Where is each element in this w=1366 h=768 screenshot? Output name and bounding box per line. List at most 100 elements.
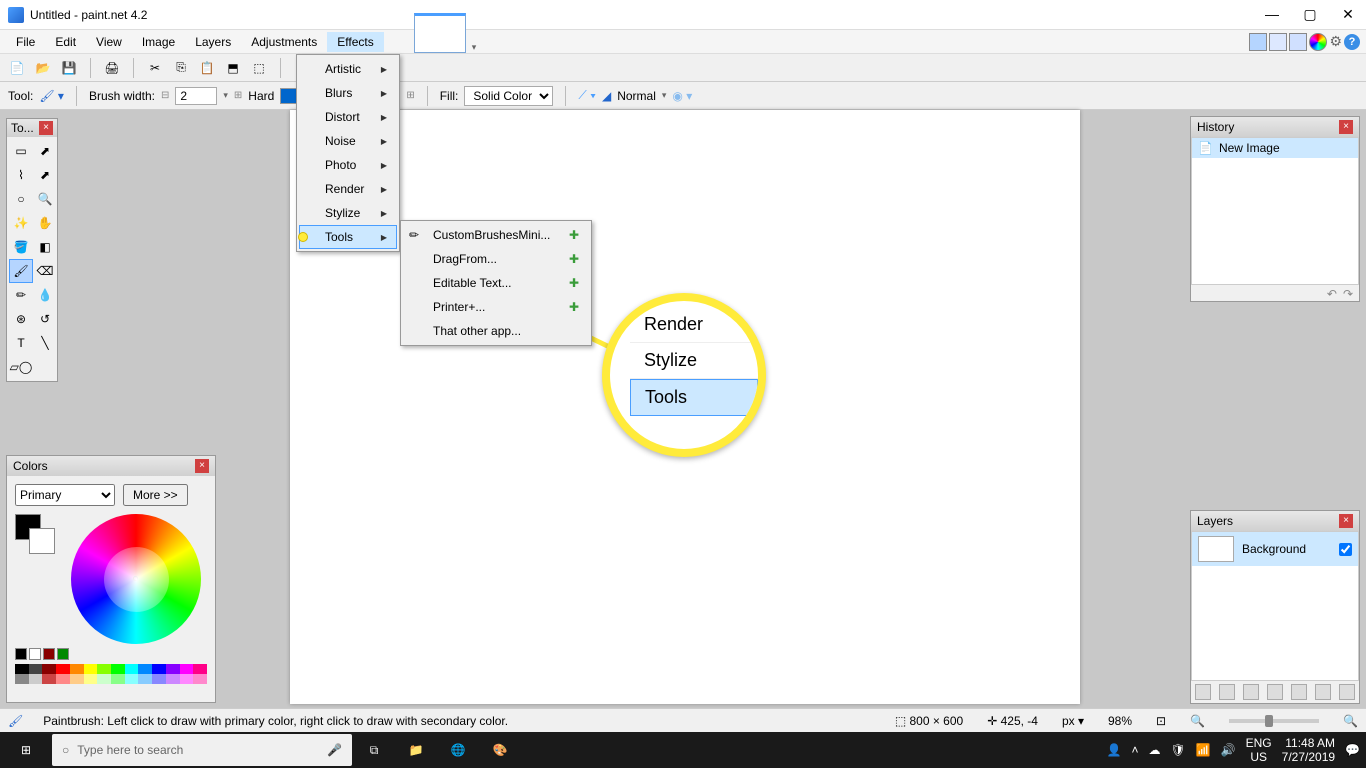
history-undo-icon[interactable]: ↶ bbox=[1327, 287, 1337, 301]
blend-mode-select[interactable]: Normal bbox=[617, 89, 656, 103]
submenu-editabletext[interactable]: Editable Text...✚ bbox=[403, 271, 589, 295]
menu-view[interactable]: View bbox=[86, 32, 132, 52]
zoom-tool[interactable]: 🔍 bbox=[33, 187, 57, 211]
layer-properties-button[interactable] bbox=[1339, 684, 1355, 700]
colors-more-button[interactable]: More >> bbox=[123, 484, 188, 506]
shapes-tool[interactable]: ▱◯ bbox=[9, 355, 33, 379]
onedrive-icon[interactable]: ☁ bbox=[1149, 743, 1161, 757]
chrome-button[interactable]: 🌐 bbox=[438, 734, 478, 766]
settings-icon[interactable]: ⚙ bbox=[1329, 33, 1342, 50]
text-tool[interactable]: T bbox=[9, 331, 33, 355]
tools-window-toggle[interactable] bbox=[1249, 33, 1267, 51]
color-wheel[interactable] bbox=[71, 514, 201, 644]
minimize-button[interactable]: — bbox=[1262, 6, 1282, 23]
zoom-out-icon[interactable]: 🔍 bbox=[1190, 714, 1205, 728]
wifi-icon[interactable]: 📶 bbox=[1196, 743, 1211, 757]
taskbar-search[interactable]: ○ Type here to search 🎤 bbox=[52, 734, 352, 766]
close-button[interactable]: ✕ bbox=[1338, 6, 1358, 23]
layer-icon[interactable]: ◉ ▾ bbox=[672, 89, 692, 103]
color-minipalette[interactable] bbox=[15, 648, 207, 660]
tools-panel-close[interactable]: × bbox=[39, 121, 53, 135]
menu-effects[interactable]: Effects bbox=[327, 32, 383, 52]
history-panel-close[interactable]: × bbox=[1339, 120, 1353, 134]
effects-distort[interactable]: Distort▶ bbox=[299, 105, 397, 129]
history-item[interactable]: 📄New Image bbox=[1192, 138, 1358, 158]
recolor-tool[interactable]: ↺ bbox=[33, 307, 57, 331]
zoom-in-icon[interactable]: 🔍 bbox=[1343, 714, 1358, 728]
start-button[interactable]: ⊞ bbox=[6, 734, 46, 766]
cut-button[interactable]: ✂ bbox=[146, 59, 164, 77]
menu-file[interactable]: File bbox=[6, 32, 45, 52]
copy-button[interactable]: ⎘ bbox=[172, 59, 190, 77]
color-picker-tool[interactable]: 💧 bbox=[33, 283, 57, 307]
new-button[interactable]: 📄 bbox=[8, 59, 26, 77]
paint-bucket-tool[interactable]: 🪣 bbox=[9, 235, 33, 259]
taskbar-lang[interactable]: ENGUS bbox=[1246, 736, 1272, 765]
menu-edit[interactable]: Edit bbox=[45, 32, 86, 52]
decrease-width-button[interactable]: ⊟ bbox=[161, 90, 169, 101]
help-icon[interactable]: ? bbox=[1344, 34, 1360, 50]
brush-icon[interactable]: 🖌 ▾ bbox=[39, 89, 64, 103]
lasso-tool[interactable]: ⌇ bbox=[9, 163, 33, 187]
submenu-printer[interactable]: Printer+...✚ bbox=[403, 295, 589, 319]
menu-layers[interactable]: Layers bbox=[185, 32, 241, 52]
rectangle-select-tool[interactable]: ▭ bbox=[9, 139, 33, 163]
antialias-icon[interactable]: ⟋ ▾ bbox=[578, 88, 596, 103]
zoom-slider[interactable] bbox=[1229, 719, 1319, 723]
pencil-tool[interactable]: ✏ bbox=[9, 283, 33, 307]
fit-window-icon[interactable]: ⊡ bbox=[1156, 714, 1166, 728]
effects-photo[interactable]: Photo▶ bbox=[299, 153, 397, 177]
taskbar-clock[interactable]: 11:48 AM7/27/2019 bbox=[1282, 736, 1335, 765]
layer-item[interactable]: Background bbox=[1192, 532, 1358, 566]
image-thumbnail[interactable] bbox=[414, 13, 466, 53]
menu-image[interactable]: Image bbox=[132, 32, 185, 52]
magic-wand-tool[interactable]: ✨ bbox=[9, 211, 33, 235]
colors-window-toggle[interactable] bbox=[1309, 33, 1327, 51]
deselect-button[interactable]: ⬚ bbox=[250, 59, 268, 77]
gradient-tool[interactable]: ◧ bbox=[33, 235, 57, 259]
layer-visible-checkbox[interactable] bbox=[1339, 543, 1352, 556]
thumbnail-dropdown-icon[interactable]: ▾ bbox=[472, 42, 477, 53]
move-selected-tool[interactable]: ⬈ bbox=[33, 139, 57, 163]
submenu-dragfrom[interactable]: DragFrom...✚ bbox=[403, 247, 589, 271]
crop-button[interactable]: ⬒ bbox=[224, 59, 242, 77]
layers-window-toggle[interactable] bbox=[1289, 33, 1307, 51]
maximize-button[interactable]: ▢ bbox=[1300, 6, 1320, 23]
fill-select[interactable]: Solid Color bbox=[464, 86, 553, 106]
tray-up-icon[interactable]: ˄ bbox=[1131, 743, 1138, 757]
brush-width-input[interactable] bbox=[175, 87, 217, 105]
delete-layer-button[interactable] bbox=[1219, 684, 1235, 700]
save-button[interactable]: 💾 bbox=[60, 59, 78, 77]
effects-render[interactable]: Render▶ bbox=[299, 177, 397, 201]
colors-panel-close[interactable]: × bbox=[195, 459, 209, 473]
merge-layer-button[interactable] bbox=[1267, 684, 1283, 700]
paintbrush-tool[interactable]: 🖌 bbox=[9, 259, 33, 283]
effects-tools[interactable]: Tools▶ bbox=[299, 225, 397, 249]
security-icon[interactable]: 🛡 bbox=[1171, 743, 1186, 757]
ellipse-select-tool[interactable]: ○ bbox=[9, 187, 33, 211]
layers-panel-close[interactable]: × bbox=[1339, 514, 1353, 528]
move-up-button[interactable] bbox=[1291, 684, 1307, 700]
move-down-button[interactable] bbox=[1315, 684, 1331, 700]
status-unit[interactable]: px ▾ bbox=[1062, 714, 1084, 728]
effects-noise[interactable]: Noise▶ bbox=[299, 129, 397, 153]
paintnet-button[interactable]: 🎨 bbox=[480, 734, 520, 766]
history-redo-icon[interactable]: ↷ bbox=[1343, 287, 1353, 301]
effects-artistic[interactable]: Artistic▶ bbox=[299, 57, 397, 81]
task-view-button[interactable]: ⧉ bbox=[354, 734, 394, 766]
blend-icon[interactable]: ◢ bbox=[602, 89, 611, 103]
paste-button[interactable]: 📋 bbox=[198, 59, 216, 77]
open-button[interactable]: 📂 bbox=[34, 59, 52, 77]
move-selection-tool[interactable]: ⬈ bbox=[33, 163, 57, 187]
hardness-grip-icon[interactable]: ⊞ bbox=[406, 90, 414, 101]
color-swatches[interactable] bbox=[15, 514, 55, 554]
clone-stamp-tool[interactable]: ⊛ bbox=[9, 307, 33, 331]
effects-stylize[interactable]: Stylize▶ bbox=[299, 201, 397, 225]
people-icon[interactable]: 👤 bbox=[1107, 743, 1122, 757]
eraser-tool[interactable]: ⌫ bbox=[33, 259, 57, 283]
mic-icon[interactable]: 🎤 bbox=[327, 743, 342, 757]
increase-width-button[interactable]: ⊞ bbox=[234, 90, 242, 101]
add-layer-button[interactable] bbox=[1195, 684, 1211, 700]
color-selector[interactable]: Primary bbox=[15, 484, 115, 506]
notifications-icon[interactable]: 💬 bbox=[1345, 743, 1360, 757]
